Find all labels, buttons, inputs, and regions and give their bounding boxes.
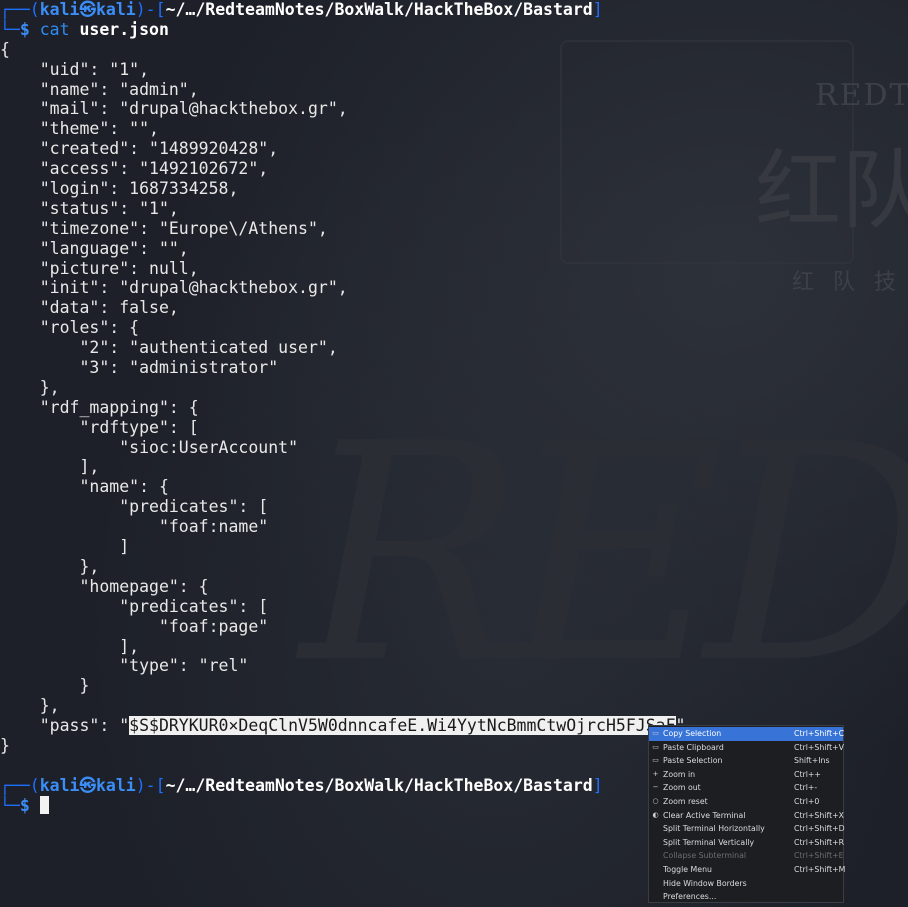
json-line: "theme": "", xyxy=(0,119,159,139)
menu-item-label: Paste Clipboard xyxy=(663,742,724,752)
json-line: "homepage": { xyxy=(0,576,209,596)
pass-key: "pass": " xyxy=(0,716,130,736)
menu-item-label: Collapse Subterminal xyxy=(663,851,747,861)
menu-item-label: Hide Window Borders xyxy=(663,878,747,888)
json-line: "picture": null, xyxy=(0,258,199,278)
zoom-in-icon: + xyxy=(652,769,659,778)
json-line: "roles": { xyxy=(0,318,140,338)
menu-item-shortcut: Ctrl+0 xyxy=(794,796,820,806)
command-arg: user.json xyxy=(79,19,169,39)
menu-item-shortcut: Shift+Ins xyxy=(794,756,830,766)
menu-item-shortcut: Ctrl+Shift+R xyxy=(794,837,845,847)
prompt-user: kali xyxy=(39,775,80,795)
json-line: "language": "", xyxy=(0,238,189,258)
menu-item-shortcut: Ctrl+Shift+M xyxy=(794,864,846,874)
menu-item-shortcut: Ctrl+Shift+V xyxy=(794,742,844,752)
json-open-brace: { xyxy=(0,39,10,59)
menu-item-paste-selection[interactable]: ▭ Paste Selection Shift+Ins xyxy=(649,754,843,768)
menu-item-label: Zoom in xyxy=(663,769,696,779)
json-line: ] xyxy=(0,537,130,557)
menu-item-shortcut: Ctrl+Shift+E xyxy=(794,851,844,861)
command-name: cat xyxy=(39,19,70,39)
menu-item-split-terminal-horizontally[interactable]: Split Terminal Horizontally Ctrl+Shift+D xyxy=(649,822,845,836)
zoom-reset-icon: ○ xyxy=(652,796,659,805)
json-line: "init": "drupal@hackthebox.gr", xyxy=(0,278,348,298)
menu-item-label: Split Terminal Horizontally xyxy=(663,824,765,834)
prompt-line-1: ┌──(kali㉿kali)-[~/…/RedteamNotes/BoxWalk… xyxy=(0,0,603,19)
json-line: "mail": "drupal@hackthebox.gr", xyxy=(0,99,348,119)
menu-item-shortcut: Ctrl+Shift+X xyxy=(794,810,845,820)
json-line: }, xyxy=(0,556,100,576)
paste-icon: ▭ xyxy=(652,742,659,751)
json-line: }, xyxy=(0,377,60,397)
json-line: "status": "1", xyxy=(0,198,179,218)
json-line: "timezone": "Europe\/Athens", xyxy=(0,218,328,238)
json-line: "predicates": [ xyxy=(0,596,269,616)
menu-item-copy-selection[interactable]: ▭ Copy Selection Ctrl+Shift+C xyxy=(649,727,845,741)
menu-item-shortcut: Ctrl+Shift+C xyxy=(794,729,845,738)
menu-item-label: Clear Active Terminal xyxy=(663,810,746,820)
json-line: "uid": "1", xyxy=(0,59,150,79)
menu-item-shortcut: Ctrl+- xyxy=(794,783,818,793)
json-line: "login": 1687334258, xyxy=(0,179,239,199)
json-line: "3": "administrator" xyxy=(0,358,279,378)
json-line: ], xyxy=(0,457,100,477)
json-line: "foaf:name" xyxy=(0,517,269,537)
menu-item-toggle-menu[interactable]: Toggle Menu Ctrl+Shift+M xyxy=(649,863,846,877)
menu-item-shortcut: Ctrl++ xyxy=(794,769,821,779)
prompt-host: kali xyxy=(96,775,136,795)
prompt-path: ~/…/RedteamNotes/BoxWalk/HackTheBox/Bast… xyxy=(165,0,593,19)
json-line: "name": "admin", xyxy=(0,79,199,99)
menu-item-label: Preferences... xyxy=(663,892,717,902)
clear-icon: ◐ xyxy=(652,810,659,819)
prompt-path: ~/…/RedteamNotes/BoxWalk/HackTheBox/Bast… xyxy=(165,775,593,795)
text-cursor xyxy=(39,795,49,814)
menu-item-label: Paste Selection xyxy=(663,756,723,766)
json-line: "foaf:page" xyxy=(0,616,269,636)
json-line: "rdf_mapping": { xyxy=(0,397,199,417)
json-line: "predicates": [ xyxy=(0,497,269,517)
paste-selection-icon: ▭ xyxy=(652,756,659,765)
prompt-user: kali xyxy=(39,0,80,19)
menu-item-label: Copy Selection xyxy=(663,729,722,738)
menu-item-shortcut: Ctrl+Shift+D xyxy=(794,824,845,834)
json-output: "uid": "1", "name": "admin", "mail": "dr… xyxy=(0,60,908,716)
menu-item-clear-active-terminal[interactable]: ◐ Clear Active Terminal Ctrl+Shift+X xyxy=(649,809,845,823)
json-line: "access": "1492102672", xyxy=(0,159,269,179)
menu-item-zoom-out[interactable]: − Zoom out Ctrl+- xyxy=(649,781,843,795)
json-line: } xyxy=(0,676,90,696)
menu-item-label: Zoom reset xyxy=(663,796,708,806)
menu-item-zoom-reset[interactable]: ○ Zoom reset Ctrl+0 xyxy=(649,795,843,809)
menu-item-zoom-in[interactable]: + Zoom in Ctrl++ xyxy=(649,768,843,782)
json-line: "rdftype": [ xyxy=(0,417,199,437)
json-line: }, xyxy=(0,696,60,716)
menu-item-paste-clipboard[interactable]: ▭ Paste Clipboard Ctrl+Shift+V xyxy=(649,741,844,755)
zoom-out-icon: − xyxy=(652,783,659,792)
pass-hash-selected[interactable]: $S$DRYKUR0×DeqClnV5W0dnncafeE.Wi4YytNcBm… xyxy=(129,716,676,736)
menu-item-preferences[interactable]: Preferences... xyxy=(649,890,843,904)
command-line: └─$ cat user.json xyxy=(0,19,169,39)
menu-item-label: Toggle Menu xyxy=(663,864,712,874)
json-line: "type": "rel" xyxy=(0,656,249,676)
json-line: "name": { xyxy=(0,477,169,497)
json-line: "created": "1489920428", xyxy=(0,139,279,159)
copy-icon: ▭ xyxy=(652,729,659,737)
menu-item-hide-window-borders[interactable]: Hide Window Borders xyxy=(649,877,843,891)
json-line: "sioc:UserAccount" xyxy=(0,437,299,457)
menu-item-label: Zoom out xyxy=(663,783,701,793)
context-menu: ▭ Copy Selection Ctrl+Shift+C ▭ Paste Clipbo… xyxy=(648,725,846,904)
menu-item-collapse-subterminal: Collapse Subterminal Ctrl+Shift+E xyxy=(649,849,844,863)
json-line: "data": false, xyxy=(0,298,179,318)
menu-item-label: Split Terminal Vertically xyxy=(663,837,755,847)
prompt-host: kali xyxy=(96,0,136,19)
menu-item-split-terminal-vertically[interactable]: Split Terminal Vertically Ctrl+Shift+R xyxy=(649,836,845,850)
json-line: "2": "authenticated user", xyxy=(0,338,338,358)
json-line: ], xyxy=(0,636,140,656)
